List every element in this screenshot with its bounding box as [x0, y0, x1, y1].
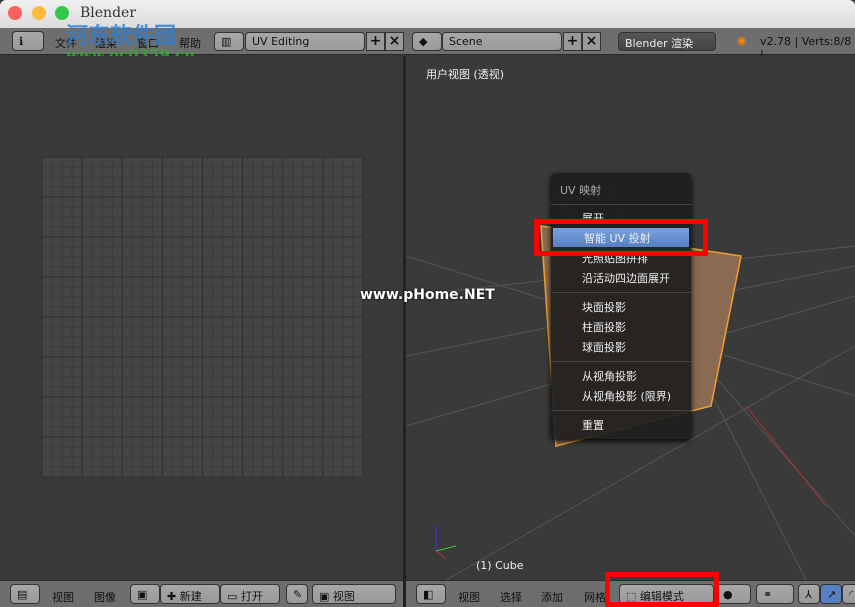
menu-select[interactable]: 选择	[500, 589, 522, 605]
layout-icon[interactable]: ▥	[214, 32, 244, 51]
mode-highlight-box	[605, 572, 719, 607]
blender-logo-icon: ◉	[737, 34, 747, 47]
editor-type-info-icon[interactable]: ℹ	[12, 31, 44, 51]
menu-item-project-from-view[interactable]: 从视角投影	[551, 366, 691, 385]
watermark-overlay: www.pHome.NET	[360, 287, 495, 303]
menu-item-sphere-projection[interactable]: 球面投影	[551, 337, 691, 356]
render-engine-select[interactable]: Blender 渲染	[618, 32, 716, 51]
pivot-select[interactable]: ⚭	[756, 584, 794, 604]
layout-field[interactable]: UV Editing	[245, 32, 365, 51]
shading-select[interactable]: ●	[716, 584, 751, 604]
menu-item-project-from-view-bounds[interactable]: 从视角投影 (限界)	[551, 386, 691, 405]
rotate-icon[interactable]: ◜	[842, 584, 855, 604]
new-image-button[interactable]: ✚ 新建	[160, 584, 220, 604]
image-browse-icon[interactable]: ▣	[130, 584, 160, 604]
add-scene-button[interactable]: +	[563, 32, 582, 51]
open-label: 打开	[240, 590, 263, 603]
menu-view[interactable]: 视图	[52, 589, 74, 605]
object-label: (1) Cube	[476, 559, 524, 572]
uv-editor[interactable]	[0, 56, 403, 580]
pin-icon[interactable]: ✎	[286, 584, 308, 604]
view-label: 视图	[332, 590, 355, 603]
scene-field[interactable]: Scene	[442, 32, 562, 51]
highlight-box	[534, 219, 708, 256]
close-button[interactable]	[8, 6, 22, 20]
menu-add[interactable]: 添加	[541, 589, 563, 605]
editor-type-image-icon[interactable]: ▤	[10, 584, 40, 604]
menu-title: UV 映射	[560, 184, 602, 197]
menu-item-follow-active-quads[interactable]: 沿活动四边面展开	[551, 268, 691, 287]
menu-item-cylinder-projection[interactable]: 柱面投影	[551, 317, 691, 336]
remove-scene-button[interactable]: ×	[582, 32, 601, 51]
uv-editor-header: ▤ 视图 图像 ▣ ✚ 新建 ▭ 打开 ✎ ▣ 视图	[0, 580, 403, 607]
translate-icon[interactable]: ↗	[820, 584, 842, 604]
viewport-label: 用户视图 (透视)	[426, 68, 505, 81]
minimize-button[interactable]	[32, 6, 46, 20]
uv-grid	[41, 156, 364, 478]
scene-icon[interactable]: ◆	[412, 32, 442, 51]
manipulator-icon[interactable]: ⅄	[798, 584, 820, 604]
uv-mapping-menu: UV 映射 展开 智能 UV 投射 光照贴图拼排 沿活动四边面展开 块面投影 柱…	[551, 173, 691, 439]
menu-view[interactable]: 视图	[458, 589, 480, 605]
open-image-button[interactable]: ▭ 打开	[220, 584, 280, 604]
new-label: 新建	[179, 590, 202, 603]
remove-layout-button[interactable]: ×	[385, 32, 404, 51]
menu-item-reset[interactable]: 重置	[551, 415, 691, 434]
editor-type-3d-icon[interactable]: ◧	[416, 584, 446, 604]
menu-mesh[interactable]: 网格	[584, 589, 606, 605]
menu-image[interactable]: 图像	[94, 589, 116, 605]
add-layout-button[interactable]: +	[366, 32, 385, 51]
view-mode-select[interactable]: ▣ 视图	[312, 584, 396, 604]
menu-item-cube-projection[interactable]: 块面投影	[551, 297, 691, 316]
